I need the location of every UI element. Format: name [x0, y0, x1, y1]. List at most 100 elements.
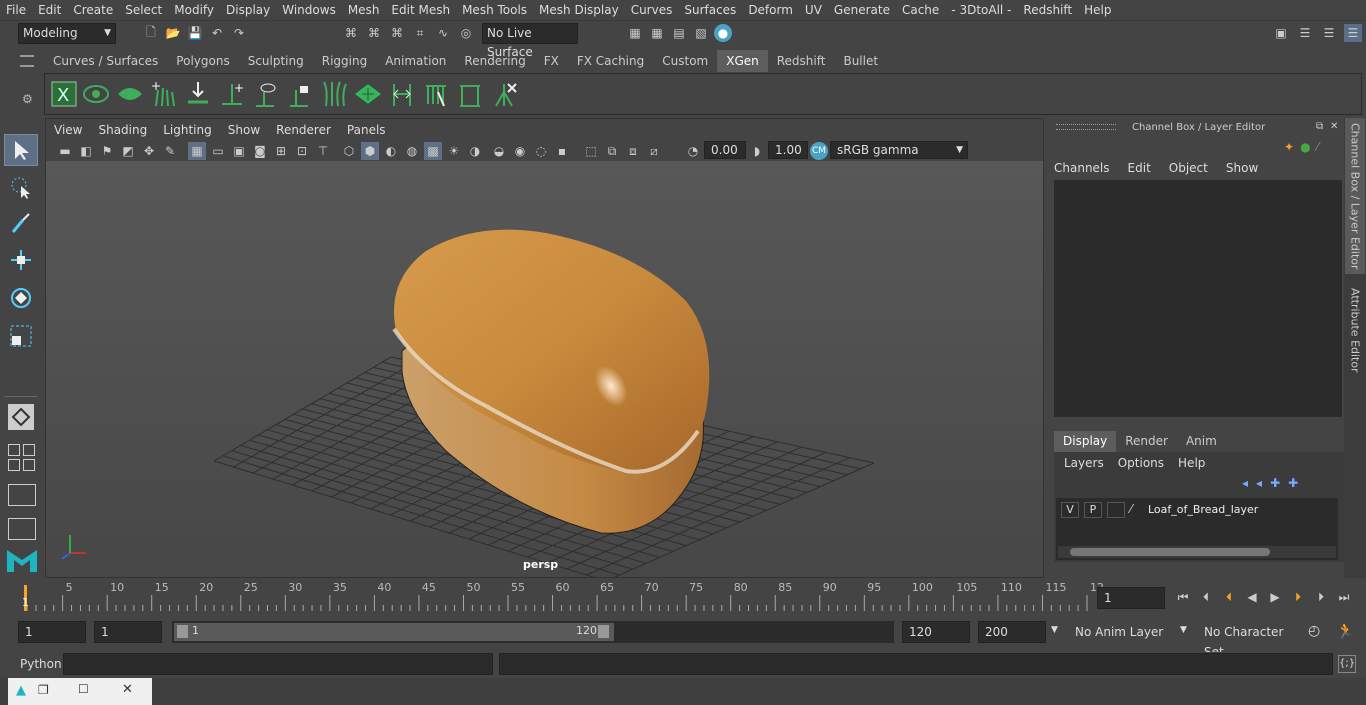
layout-quad-icon[interactable] — [8, 444, 35, 471]
step-forward-key-icon[interactable]: ⏵ — [1289, 588, 1307, 606]
image-plane-icon[interactable]: ◩ — [119, 142, 137, 160]
lasso-tool-icon[interactable] — [4, 172, 38, 204]
play-backwards-icon[interactable]: ◀ — [1243, 588, 1261, 606]
menu-modify[interactable]: Modify — [168, 0, 220, 20]
select-tool-arrow-icon[interactable] — [4, 134, 38, 166]
layer-color-slash-icon[interactable]: ⁄ — [1130, 502, 1144, 518]
shelf-menu-icon[interactable] — [20, 55, 34, 67]
xgen-preview-icon[interactable] — [81, 78, 111, 110]
menu-windows[interactable]: Windows — [276, 0, 342, 20]
channel-box-menu-edit[interactable]: Edit — [1128, 161, 1151, 175]
current-frame-field[interactable]: 1 — [1097, 587, 1165, 609]
close-icon[interactable]: ✕ — [1330, 121, 1338, 132]
channel-box-menu-show[interactable]: Show — [1226, 161, 1258, 175]
menu-generate[interactable]: Generate — [828, 0, 896, 20]
step-back-icon[interactable]: ⏴ — [1197, 588, 1215, 606]
isolate-select-icon[interactable]: ⬚ — [582, 142, 600, 160]
layer-tab-display[interactable]: Display — [1054, 431, 1117, 452]
open-scene-icon[interactable]: 📂 — [164, 24, 182, 42]
grease-pencil-icon[interactable]: ✎ — [161, 142, 179, 160]
select-object-icon[interactable]: ⌘ — [365, 24, 383, 42]
go-to-start-icon[interactable]: ⏮ — [1174, 588, 1192, 606]
shelf-tab-polygons[interactable]: Polygons — [167, 50, 238, 72]
motion-blur-icon[interactable]: ◉ — [511, 142, 529, 160]
live-surface-field[interactable]: No Live Surface — [482, 23, 578, 59]
shelf-tab-fx[interactable]: FX — [535, 50, 568, 72]
chevron-down-icon[interactable]: ▼ — [1051, 625, 1058, 635]
multisample-aa-icon[interactable]: ◌ — [532, 142, 550, 160]
menu-3dtoall[interactable]: - 3DtoAll - — [945, 0, 1017, 20]
character-set-dropdown[interactable]: No Character Set — [1197, 621, 1297, 659]
side-tab-channel-box[interactable]: Channel Box / Layer Editor — [1345, 118, 1365, 274]
wireframe-icon[interactable]: ⬡ — [340, 142, 358, 160]
channel-box-menu-channels[interactable]: Channels — [1054, 161, 1110, 175]
animation-preferences-icon[interactable]: 🏃 — [1336, 622, 1355, 640]
render-settings-icon[interactable]: ▧ — [692, 24, 710, 42]
channel-box-axis-icon[interactable]: ✦ — [1284, 140, 1294, 154]
playback-end-field[interactable]: 120 — [902, 621, 970, 643]
range-slider-track[interactable]: 1 120 — [172, 621, 894, 643]
exposure-field[interactable]: 0.00 — [704, 141, 746, 159]
menu-cache[interactable]: Cache — [896, 0, 945, 20]
time-slider[interactable]: 5 10 15 20 25 30 35 40 45 50 55 60 65 70 75 80 85 90 95 100… — [0, 579, 1366, 615]
groom-cut-icon[interactable] — [455, 78, 485, 110]
resolution-gate-icon[interactable]: ▣ — [230, 142, 248, 160]
layer-playback-toggle[interactable]: P — [1084, 502, 1102, 518]
field-chart-icon[interactable]: ⊞ — [272, 142, 290, 160]
layer-visibility-toggle[interactable]: V — [1061, 502, 1079, 518]
show-manipulator-icon[interactable] — [8, 404, 34, 430]
go-to-end-icon[interactable]: ⏭ — [1335, 588, 1353, 606]
script-editor-icon[interactable]: {;} — [1338, 655, 1356, 673]
screen-space-ao-icon[interactable]: ◒ — [490, 142, 508, 160]
auto-key-clock-icon[interactable]: ◴ — [1308, 623, 1320, 639]
new-layer-selected-icon[interactable]: ✚ — [1288, 476, 1298, 490]
redo-icon[interactable]: ↷ — [230, 24, 248, 42]
anim-layer-dropdown[interactable]: No Anim Layer — [1068, 621, 1172, 643]
guide-down-icon[interactable] — [183, 78, 213, 110]
animation-end-field[interactable]: 200 — [978, 621, 1046, 643]
close-window-icon[interactable]: ✕ — [122, 682, 133, 697]
menu-select[interactable]: Select — [119, 0, 168, 20]
xray-icon[interactable]: ⧉ — [603, 142, 621, 160]
render-frame-icon[interactable]: ▦ — [626, 24, 644, 42]
mode-selector[interactable]: Modeling ▼ — [18, 23, 116, 44]
depth-of-field-icon[interactable]: ▪ — [553, 142, 571, 160]
grooming-brush-icon[interactable] — [319, 78, 349, 110]
shelf-tab-custom[interactable]: Custom — [653, 50, 717, 72]
minimized-window[interactable]: ▲ ❐ ☐ ✕ — [8, 678, 152, 705]
channel-box-manip-icon[interactable]: ⁄ — [1317, 140, 1319, 154]
shelf-tab-fx-caching[interactable]: FX Caching — [568, 50, 653, 72]
menu-redshift[interactable]: Redshift — [1017, 0, 1078, 20]
menu-mesh-tools[interactable]: Mesh Tools — [456, 0, 533, 20]
menu-help[interactable]: Help — [1078, 0, 1117, 20]
safe-action-icon[interactable]: ⊡ — [293, 142, 311, 160]
chevron-down-icon[interactable]: ▼ — [1180, 625, 1187, 635]
play-forwards-icon[interactable]: ▶ — [1266, 588, 1284, 606]
shelf-tab-xgen[interactable]: XGen — [717, 50, 768, 72]
scale-tool-icon[interactable] — [4, 320, 38, 352]
select-component-icon[interactable]: ⌘ — [388, 24, 406, 42]
gamma-field[interactable]: 1.00 — [768, 141, 808, 159]
camera-select-icon[interactable]: ▬ — [56, 142, 74, 160]
rotate-tool-icon[interactable] — [4, 282, 38, 314]
new-layer-icon[interactable]: ✚ — [1270, 476, 1280, 490]
gate-mask-icon[interactable]: ◙ — [251, 142, 269, 160]
save-scene-icon[interactable]: 💾 — [186, 24, 204, 42]
film-gate-icon[interactable]: ▭ — [209, 142, 227, 160]
menu-create[interactable]: Create — [67, 0, 119, 20]
grid-toggle-icon[interactable]: ▦ — [188, 142, 206, 160]
layout-persp-graph-icon[interactable] — [8, 518, 36, 540]
viewport-menu-lighting[interactable]: Lighting — [155, 123, 220, 137]
bookmark-icon[interactable]: ⚑ — [98, 142, 116, 160]
shelf-settings-gear-icon[interactable]: ⚙ — [22, 92, 33, 106]
default-material-icon[interactable]: ◐ — [382, 142, 400, 160]
paint-select-tool-icon[interactable] — [4, 208, 38, 240]
tool-settings-toggle-icon[interactable]: ☰ — [1320, 24, 1338, 42]
channel-box-menu-object[interactable]: Object — [1169, 161, 1208, 175]
lock-guides-icon[interactable] — [285, 78, 315, 110]
groom-comb-icon[interactable] — [421, 78, 451, 110]
shelf-tab-curves-surfaces[interactable]: Curves / Surfaces — [44, 50, 167, 72]
menu-uv[interactable]: UV — [799, 0, 828, 20]
menu-mesh-display[interactable]: Mesh Display — [533, 0, 625, 20]
move-layer-down-icon[interactable]: ◂ — [1256, 476, 1262, 490]
